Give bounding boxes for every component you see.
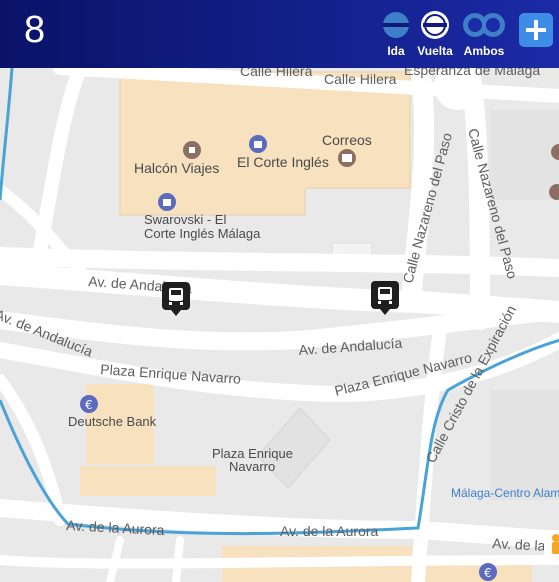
direction-ambos-label: Ambos — [463, 44, 505, 58]
swarovski-label: Swarovski - El — [144, 212, 226, 227]
direction-vuelta-button[interactable]: Vuelta — [409, 6, 461, 62]
plaza-label: Navarro — [229, 459, 275, 474]
top-bar: 8 Ida Vuelta Ambos — [0, 0, 559, 68]
svg-text:€: € — [484, 566, 492, 580]
street-label: Av. de la Aurora — [280, 523, 379, 539]
block — [490, 390, 559, 500]
app: Calle Hilera Calle Hilera Esperanza de M… — [0, 0, 559, 582]
halcon-viajes-label: Halcón Viajes — [134, 160, 219, 176]
el-corte-ingles-label: El Corte Inglés — [237, 154, 329, 170]
block — [490, 110, 559, 200]
vuelta-direction-icon — [421, 11, 449, 39]
bank-poi[interactable]: € — [479, 563, 497, 581]
block — [80, 466, 216, 496]
plus-icon — [526, 20, 546, 40]
correos-label: Correos — [322, 132, 372, 148]
swarovski-label: Corte Inglés Málaga — [144, 226, 261, 241]
add-button[interactable] — [519, 13, 553, 47]
map[interactable]: Calle Hilera Calle Hilera Esperanza de M… — [0, 0, 559, 582]
svg-text:€: € — [85, 398, 93, 412]
direction-ambos-button[interactable]: Ambos — [458, 6, 510, 62]
street-label: Calle Hilera — [324, 71, 397, 87]
street-view-pegman-icon[interactable] — [544, 530, 559, 560]
direction-vuelta-label: Vuelta — [417, 44, 453, 58]
deutsche-bank-label: Deutsche Bank — [68, 414, 157, 429]
ambos-direction-icon — [463, 13, 505, 37]
line-number: 8 — [24, 9, 46, 51]
malaga-centro-label[interactable]: Málaga-Centro Alam — [451, 486, 559, 500]
